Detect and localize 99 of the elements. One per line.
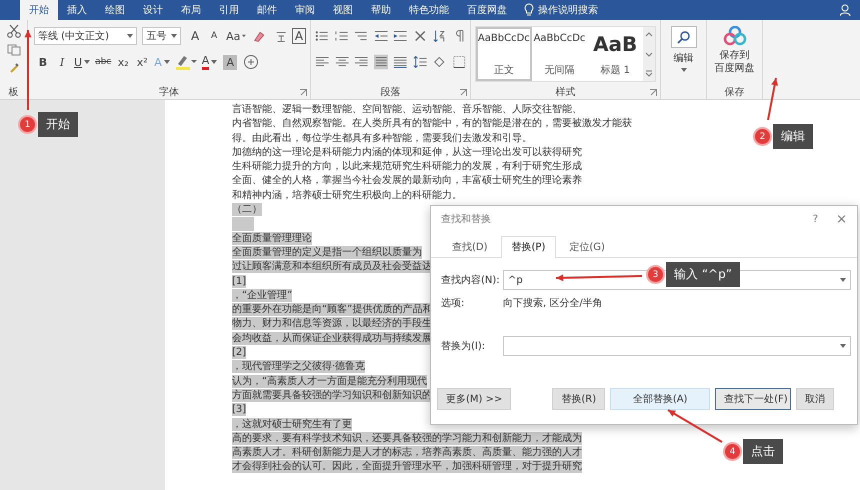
ribbon-tab[interactable]: 设计 bbox=[134, 0, 172, 20]
borders-icon[interactable] bbox=[452, 54, 466, 70]
ribbon-tab[interactable]: 审阅 bbox=[286, 0, 324, 20]
cloud-icon bbox=[722, 26, 746, 46]
caret-icon bbox=[840, 344, 846, 348]
tell-me-search[interactable]: 操作说明搜索 bbox=[538, 3, 598, 17]
bold-button[interactable]: B bbox=[34, 52, 52, 72]
ribbon-tab[interactable]: 绘图 bbox=[96, 0, 134, 20]
caret-icon bbox=[680, 68, 686, 72]
step-number-badge: 1 bbox=[20, 117, 35, 132]
help-button[interactable]: ? bbox=[812, 214, 818, 224]
document-text-line: 得。由此看出，每位学生都具有多种智能，需要我们去激发和引导。 bbox=[232, 132, 532, 145]
copy-icon[interactable] bbox=[6, 44, 20, 56]
step-number-badge: 2 bbox=[755, 129, 770, 144]
field-label: 选项: bbox=[441, 296, 466, 310]
italic-button[interactable]: I bbox=[53, 52, 71, 72]
group-label: 字体 bbox=[159, 86, 179, 99]
callout-label: 输入 “^p” bbox=[666, 262, 740, 287]
strikethrough-button[interactable]: abc bbox=[93, 52, 114, 72]
grow-font-button[interactable]: A bbox=[186, 26, 204, 46]
dialog-button[interactable]: 替换(R) bbox=[552, 388, 606, 410]
person-icon[interactable] bbox=[840, 4, 852, 16]
ribbon-tab[interactable]: 视图 bbox=[324, 0, 362, 20]
editing-button[interactable]: 编辑 bbox=[668, 24, 698, 72]
options-text: 向下搜索, 区分全/半角 bbox=[503, 296, 603, 310]
group-label: 板 bbox=[8, 86, 18, 99]
callout-label: 点击 bbox=[743, 439, 783, 464]
step-number-badge: 3 bbox=[648, 267, 663, 282]
button-text-line: 百度网盘 bbox=[714, 62, 754, 75]
caret-icon bbox=[127, 34, 134, 38]
document-text-line: 内省智能、自然观察智能。在人类所具有的智能中，有的智能是潜在的，需要被激发才能获 bbox=[232, 117, 632, 130]
document-text-line: 言语智能、逻辑一数理智能、空间智能、运动智能、音乐智能、人际交往智能、 bbox=[232, 103, 582, 116]
ribbon-tab[interactable]: 特色功能 bbox=[400, 0, 458, 20]
caret-icon bbox=[840, 278, 846, 282]
group-label: 段落 bbox=[380, 86, 400, 99]
dialog-button[interactable]: 查找下一处(F) bbox=[715, 388, 792, 410]
caret-icon bbox=[84, 60, 90, 64]
dialog-button[interactable]: 取消 bbox=[796, 388, 834, 410]
font-size-dropdown[interactable]: 五号 bbox=[142, 27, 182, 45]
caret-icon bbox=[171, 34, 178, 38]
dialog-button[interactable]: 更多(M) >> bbox=[437, 388, 512, 410]
subscript-button[interactable]: x₂ bbox=[114, 52, 132, 72]
ribbon-tab[interactable]: 布局 bbox=[172, 0, 210, 20]
decrease-indent-icon[interactable] bbox=[374, 28, 388, 44]
button-text-line: 保存到 bbox=[718, 49, 750, 62]
caret-icon bbox=[242, 34, 246, 38]
increase-indent-icon[interactable] bbox=[393, 28, 408, 44]
character-border-button[interactable]: A bbox=[292, 28, 306, 44]
change-case-button[interactable]: Aa bbox=[224, 26, 248, 46]
dialog-button[interactable]: 全部替换(A) bbox=[610, 388, 710, 410]
line-spacing-icon[interactable] bbox=[412, 54, 427, 70]
enclose-characters-icon[interactable] bbox=[243, 54, 260, 70]
close-button[interactable]: × bbox=[836, 212, 847, 226]
format-painter-icon[interactable] bbox=[8, 62, 20, 74]
dialog-launcher-icon[interactable] bbox=[300, 89, 307, 96]
underline-button[interactable]: U bbox=[72, 52, 92, 72]
document-text-line: 和精神内涵，培养硕士研究生积极向上的科研能力。 bbox=[232, 188, 462, 202]
field-label: 替换为(I): bbox=[441, 340, 486, 353]
dialog-tab[interactable]: 定位(G) bbox=[558, 236, 616, 257]
callout-label: 开始 bbox=[38, 112, 78, 137]
ribbon-tab[interactable]: 引用 bbox=[210, 0, 248, 20]
dialog-title: 查找和替换 bbox=[441, 212, 491, 226]
ribbon-tab[interactable]: 邮件 bbox=[248, 0, 286, 20]
document-text-line: 加德纳的这一理论是科研能力内涵的体现和延伸，从这一理论出发可以获得研究 bbox=[232, 146, 582, 159]
dialog-launcher-icon[interactable] bbox=[460, 89, 467, 96]
distributed-icon[interactable] bbox=[393, 54, 408, 70]
dialog-tab[interactable]: 查找(D) bbox=[441, 236, 499, 257]
style-option[interactable]: AaB 标题 1 bbox=[587, 27, 644, 81]
caret-icon bbox=[164, 60, 170, 64]
shrink-font-button[interactable]: A bbox=[205, 26, 224, 46]
style-option[interactable]: AaBbCcDc 无间隔 bbox=[532, 27, 588, 81]
justify-icon[interactable] bbox=[374, 54, 388, 70]
step-number-badge: 4 bbox=[725, 444, 740, 459]
character-shading-button[interactable]: A bbox=[223, 54, 238, 70]
document-text-line: 全面、健全的人格，掌握当今社会发展的最新动向，丰富硕士研究生的理论素养 bbox=[232, 174, 582, 188]
superscript-button[interactable]: x² bbox=[133, 52, 152, 72]
ribbon-tab[interactable]: 开始 bbox=[20, 0, 58, 20]
scissors-icon[interactable] bbox=[6, 24, 20, 38]
font-name-dropdown[interactable]: 等线 (中文正文) bbox=[34, 27, 138, 45]
document-text-line: 生科研能力提升的方向，以此来规范研究生科研能力的发展，有利于研究生形成 bbox=[232, 160, 582, 174]
caret-icon bbox=[211, 60, 218, 64]
style-option[interactable]: AaBbCcDc 正文 bbox=[476, 27, 532, 81]
highlighter-icon[interactable] bbox=[174, 53, 197, 71]
group-label: 保存 bbox=[724, 86, 744, 99]
save-to-cloud-button[interactable]: 保存到 百度网盘 bbox=[712, 24, 756, 75]
font-color-button[interactable]: A bbox=[200, 52, 220, 72]
group-label: 样式 bbox=[556, 86, 576, 99]
dialog-tab[interactable]: 替换(P) bbox=[500, 236, 556, 258]
gallery-scroll-icon[interactable] bbox=[645, 31, 654, 77]
sort-icon[interactable] bbox=[432, 28, 446, 44]
search-icon bbox=[676, 30, 690, 44]
ribbon-tab[interactable]: 帮助 bbox=[362, 0, 400, 20]
ribbon-tab[interactable]: 插入 bbox=[58, 0, 96, 20]
dialog-launcher-icon[interactable] bbox=[650, 89, 657, 96]
field-label: 查找内容(N): bbox=[441, 274, 501, 287]
replace-with-field[interactable] bbox=[503, 336, 851, 356]
ribbon-tab[interactable]: 百度网盘 bbox=[458, 0, 516, 20]
callout-label: 编辑 bbox=[773, 124, 813, 149]
lightbulb-icon bbox=[524, 3, 534, 17]
